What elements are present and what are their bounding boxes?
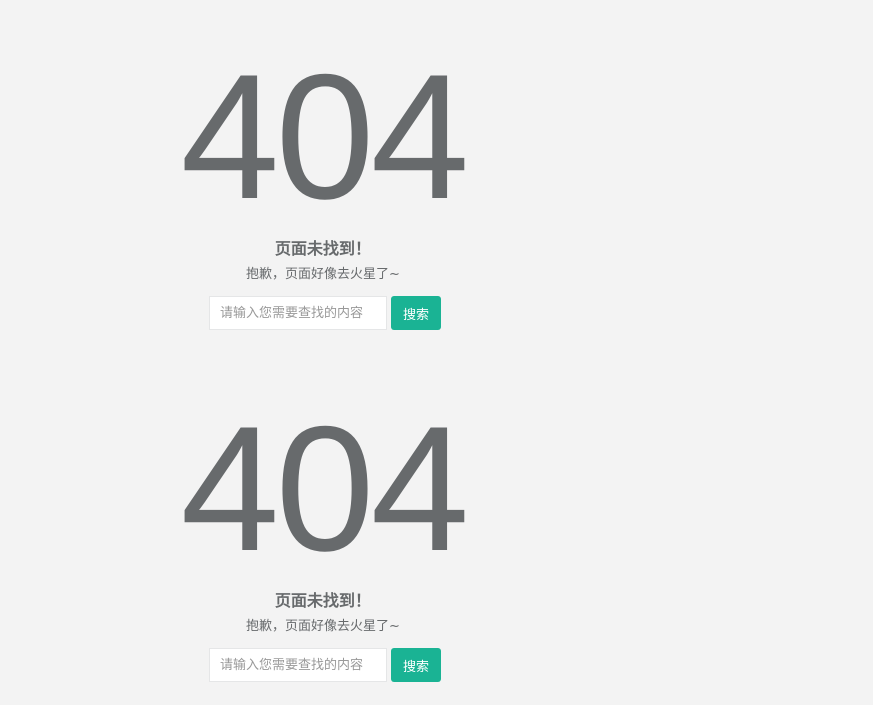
search-button[interactable]: 搜索 bbox=[390, 296, 441, 330]
search-input[interactable] bbox=[208, 648, 387, 682]
search-form: 搜索 bbox=[178, 648, 468, 682]
error-code: 404 bbox=[180, 37, 470, 236]
search-input[interactable] bbox=[208, 296, 387, 330]
page: 404 页面未找到！ 抱歉，页面好像去火星了~ 搜索 404 页面未找到！ 抱歉… bbox=[0, 0, 873, 705]
error-code: 404 bbox=[180, 389, 470, 588]
error-title: 页面未找到！ bbox=[274, 239, 371, 258]
error-block-1: 404 页面未找到！ 抱歉，页面好像去火星了~ 搜索 bbox=[178, 37, 470, 330]
error-block-2: 404 页面未找到！ 抱歉，页面好像去火星了~ 搜索 bbox=[178, 389, 470, 682]
error-title: 页面未找到！ bbox=[274, 591, 371, 610]
search-button[interactable]: 搜索 bbox=[390, 648, 441, 682]
error-subtitle: 抱歉，页面好像去火星了~ bbox=[246, 267, 400, 282]
error-subtitle: 抱歉，页面好像去火星了~ bbox=[246, 619, 400, 634]
search-form: 搜索 bbox=[178, 296, 468, 330]
